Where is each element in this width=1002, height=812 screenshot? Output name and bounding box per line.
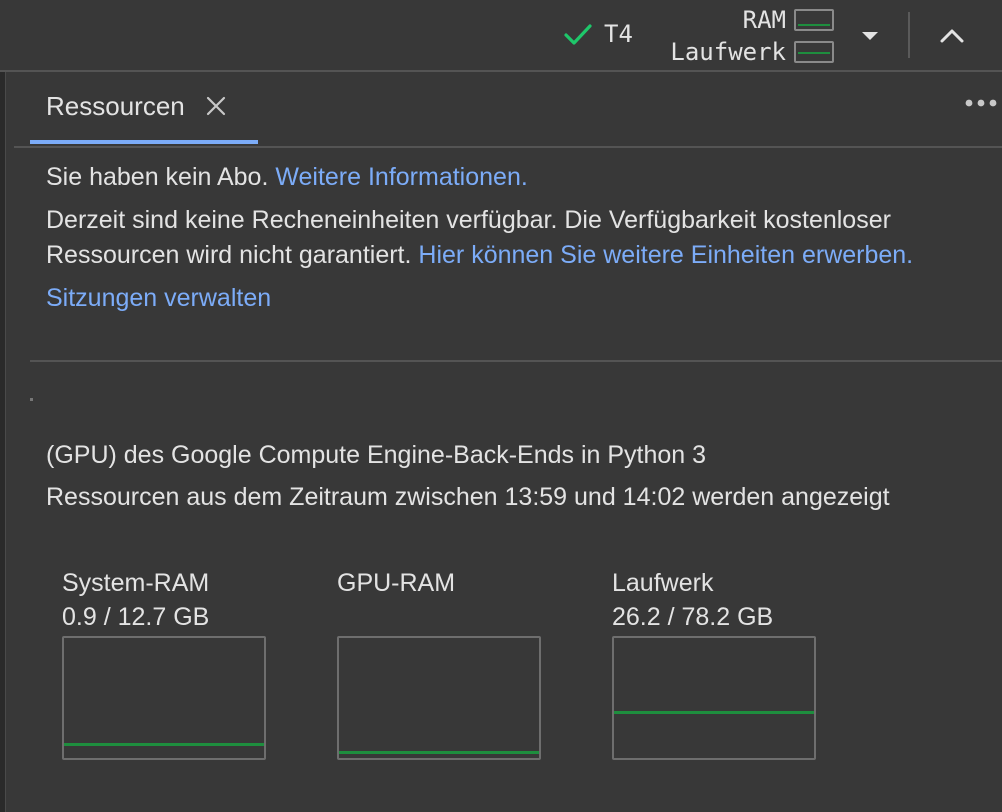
gauge-system-ram-chart [62,636,266,760]
tab-resources-label: Ressourcen [46,90,185,121]
gauge-gpu-ram-chart [337,636,541,760]
subscription-notice: Sie haben kein Abo. Weitere Informatione… [46,160,996,316]
no-subscription-text: Sie haben kein Abo. [46,163,269,191]
runtime-name: T4 [604,20,633,48]
gauge-system-ram-title: System-RAM [62,569,210,597]
disk-meter-bar [794,41,834,63]
manage-sessions-link[interactable]: Sitzungen verwalten [46,281,271,316]
gauge-disk-title: Laufwerk [612,569,714,597]
gauge-disk-chart [612,636,816,760]
backend-description: (GPU) des Google Compute Engine-Back-End… [46,434,890,518]
ram-meter-fill [798,24,830,26]
time-range-line: Ressourcen aus dem Zeitraum zwischen 13:… [46,483,890,511]
top-bar: T4 RAM Laufwerk [0,0,1002,72]
disk-meter-label: Laufwerk [670,38,786,66]
disk-meter-fill [798,52,830,54]
toolbar-divider [908,12,910,58]
caret-down-icon[interactable] [858,24,882,48]
gauge-disk-level [614,711,814,714]
resource-meters[interactable]: RAM Laufwerk [670,4,834,68]
check-icon [564,24,592,45]
tab-resources[interactable]: Ressourcen [30,72,258,144]
more-info-link[interactable]: Weitere Informationen. [275,163,527,191]
ram-meter: RAM [670,4,834,36]
gauge-system-ram-level [64,743,264,746]
runtime-status-button[interactable]: T4 [562,18,633,50]
gauge-gpu-ram-value [337,600,541,634]
close-icon[interactable] [205,95,227,117]
gauge-system-ram: System-RAM 0.9 / 12.7 GB [62,566,266,760]
gauge-gpu-ram-title: GPU-RAM [337,569,456,597]
buy-units-link[interactable]: Hier können Sie weitere Einheiten erwerb… [418,241,913,269]
disk-meter: Laufwerk [670,36,834,68]
resource-gauges: System-RAM 0.9 / 12.7 GB GPU-RAM Laufwer… [62,566,962,776]
more-horizontal-icon[interactable] [964,96,998,110]
panel-tab-bar: Ressourcen [14,72,1002,148]
compute-units-line: Derzeit sind keine Recheneinheiten verfü… [46,203,996,273]
resize-dot [30,398,33,401]
ram-meter-bar [794,9,834,31]
subscription-line: Sie haben kein Abo. Weitere Informatione… [46,160,996,195]
panel-left-border [0,72,6,812]
gauge-system-ram-value: 0.9 / 12.7 GB [62,603,210,631]
chevron-up-icon[interactable] [936,20,968,52]
ram-meter-label: RAM [742,6,786,34]
section-divider [30,360,1002,362]
gauge-gpu-ram-level [339,751,539,754]
gauge-disk-value: 26.2 / 78.2 GB [612,603,774,631]
gauge-gpu-ram: GPU-RAM [337,566,541,760]
backend-description-line1: (GPU) des Google Compute Engine-Back-End… [46,441,707,469]
gauge-disk: Laufwerk 26.2 / 78.2 GB [612,566,816,760]
